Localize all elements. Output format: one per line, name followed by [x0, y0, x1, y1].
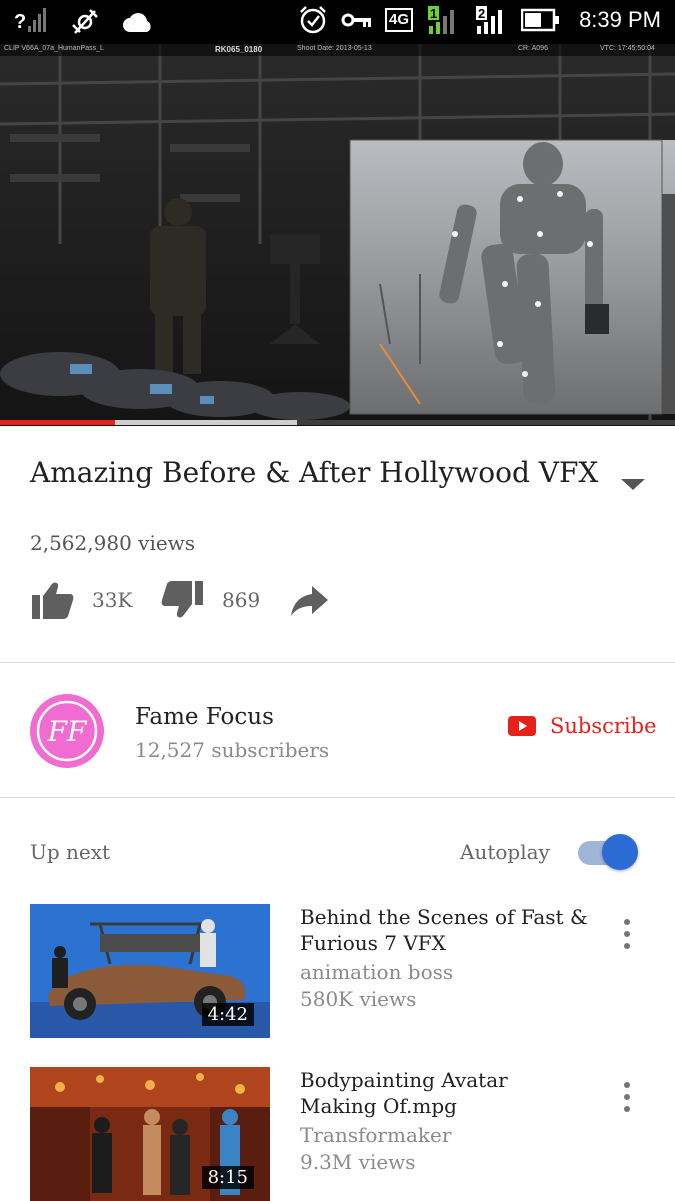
video-thumbnail[interactable]: 4:42	[30, 904, 270, 1038]
thumb-down-icon[interactable]	[161, 578, 205, 622]
share-icon[interactable]	[288, 578, 332, 622]
up-next-channel: animation boss	[300, 960, 454, 984]
up-next-item[interactable]: 4:42 Behind the Scenes of Fast & Furious…	[30, 904, 645, 1038]
video-info-strip: CLIP V66A_07a_HumanPass_L RK065_0180 Sho…	[0, 44, 675, 56]
view-count: 2,562,980 views	[30, 531, 196, 555]
sim1-label: 1	[430, 6, 437, 21]
divider	[0, 797, 675, 798]
network-type: 4G	[385, 8, 414, 32]
video-title[interactable]: Amazing Before & After Hollywood VFX	[30, 456, 598, 489]
up-next-label: Up next	[30, 840, 111, 864]
video-thumbnail[interactable]: 8:15	[30, 1067, 270, 1201]
sim2-label: 2	[478, 6, 485, 21]
dislike-count: 869	[222, 588, 261, 612]
signal-sim1-icon: 1	[428, 6, 455, 34]
subscribe-label: Subscribe	[550, 714, 657, 738]
video-player[interactable]: CLIP V66A_07a_HumanPass_L RK065_0180 Sho…	[0, 44, 675, 426]
up-next-item[interactable]: 8:15 Bodypainting Avatar Making Of.mpg T…	[30, 1067, 645, 1201]
avatar-initials: FF	[47, 715, 88, 748]
more-vert-icon[interactable]	[616, 1079, 638, 1115]
battery-icon	[521, 8, 560, 32]
overlay-clip: CLIP V66A_07a_HumanPass_L	[4, 45, 104, 52]
subscriber-count: 12,527 subscribers	[135, 738, 330, 762]
chevron-down-icon[interactable]	[618, 474, 648, 494]
video-frame	[0, 44, 675, 426]
overlay-cr: CR: A096	[518, 45, 548, 52]
svg-text:?: ?	[14, 11, 26, 33]
up-next-views: 580K views	[300, 987, 417, 1011]
alarm-icon	[300, 6, 326, 34]
avatar-logo: FF	[36, 700, 98, 762]
divider	[0, 662, 675, 663]
key-icon	[341, 13, 372, 27]
video-duration: 4:42	[201, 1003, 254, 1026]
autoplay-label: Autoplay	[460, 840, 550, 864]
subscribe-button[interactable]: Subscribe	[508, 714, 657, 738]
up-next-title[interactable]: Behind the Scenes of Fast & Furious 7 VF…	[300, 904, 590, 956]
youtube-play-icon	[508, 716, 536, 736]
video-duration: 8:15	[201, 1166, 254, 1189]
satellite-icon	[72, 9, 98, 34]
progress-fill	[0, 420, 115, 425]
like-count: 33K	[92, 588, 133, 612]
autoplay-toggle[interactable]	[578, 833, 642, 871]
thumb-up-icon[interactable]	[30, 578, 74, 622]
toggle-knob	[602, 834, 638, 870]
up-next-title[interactable]: Bodypainting Avatar Making Of.mpg	[300, 1067, 590, 1119]
status-bar: ? 4G 1 2 8:39 PM	[0, 0, 675, 44]
more-vert-icon[interactable]	[616, 916, 638, 952]
signal-icon: ?	[14, 8, 46, 33]
channel-avatar[interactable]: FF	[30, 694, 104, 768]
signal-sim2-icon: 2	[476, 6, 503, 34]
cloud-icon	[123, 13, 151, 32]
channel-name[interactable]: Fame Focus	[135, 704, 274, 730]
overlay-shoot-date: Shoot Date: 2013-05-13	[297, 45, 372, 52]
overlay-vtc: VTC: 17:45:50:04	[600, 45, 655, 52]
up-next-channel: Transformaker	[300, 1123, 452, 1147]
status-time: 8:39 PM	[579, 7, 661, 32]
up-next-views: 9.3M views	[300, 1150, 416, 1174]
overlay-reel: RK065_0180	[215, 45, 263, 54]
